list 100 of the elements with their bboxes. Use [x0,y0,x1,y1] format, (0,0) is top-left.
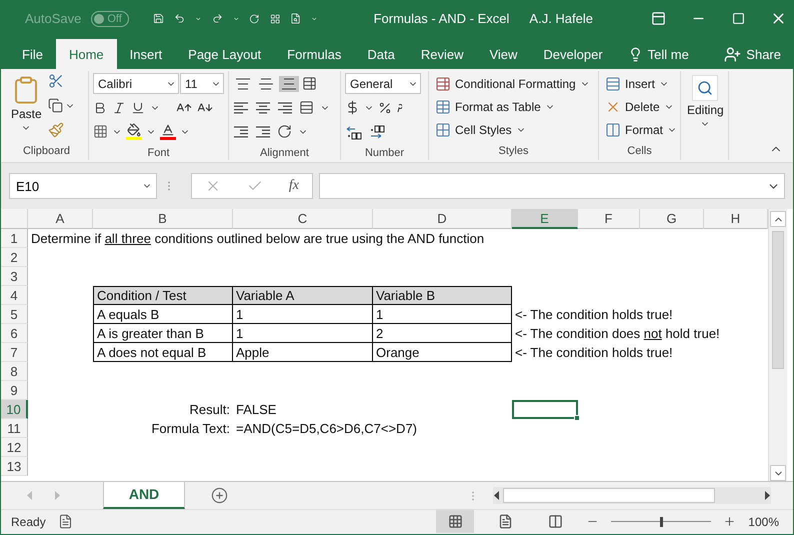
paste-button[interactable]: Paste [9,73,44,140]
view-button[interactable] [436,510,474,533]
cells-button[interactable]: Delete [603,96,680,117]
status-text: Ready [11,514,46,528]
number-format-field[interactable]: General [345,73,421,94]
row-header[interactable]: 1 [1,229,28,248]
row-header[interactable]: 7 [1,343,28,362]
decrease-decimal-icon[interactable] [369,124,387,140]
column-header[interactable]: G [640,209,704,229]
decrease-indent-icon[interactable] [233,124,249,138]
font-name-field[interactable]: Calibri [93,73,179,94]
row-header[interactable]: 9 [1,381,28,400]
insert-function-button[interactable]: fx [288,178,299,194]
fill-handle[interactable] [574,415,580,421]
ribbon-tab[interactable]: Data [354,39,408,69]
formula-text-label: Formula Text: [151,421,230,436]
column-header[interactable]: A [28,209,93,229]
scroll-left-icon[interactable] [493,491,501,500]
ribbon-tab[interactable]: Page Layout [175,39,274,69]
fill-color-icon[interactable] [126,123,142,140]
text-orientation-icon[interactable] [277,124,292,139]
row-header[interactable]: 5 [1,305,28,324]
font-color-icon[interactable] [160,123,176,140]
intro-text: Determine if all three conditions outlined below are true using the AND function [31,231,484,246]
cells-button[interactable]: Format [603,119,680,140]
zoom-slider-thumb[interactable] [660,516,664,526]
vertical-align-button[interactable] [256,76,276,92]
row-header[interactable]: 10 [1,400,28,419]
copy-icon[interactable] [48,98,63,113]
horizontal-scrollbar[interactable] [493,487,771,504]
comma-style-icon[interactable] [396,102,402,112]
ribbon-tab[interactable]: Insert [116,39,176,69]
row-header[interactable]: 2 [1,248,28,267]
tell-me-search[interactable]: Tell me [616,39,701,69]
italic-icon[interactable] [112,100,126,114]
ribbon-tab[interactable]: Review [408,39,476,69]
ribbon-tab[interactable]: Formulas [274,39,354,69]
table-cell: A does not equal B [93,343,233,362]
user-name[interactable]: A.J. Hafele [529,11,593,26]
row-header[interactable]: 8 [1,362,28,381]
styles-button[interactable]: Conditional Formatting [433,73,592,94]
vertical-align-button[interactable] [279,76,299,92]
underline-icon[interactable] [131,100,145,114]
row-header[interactable]: 4 [1,286,28,305]
table-header-cell: Variable B [373,286,512,305]
column-header[interactable]: H [704,209,768,229]
cells-button[interactable]: Insert [603,73,680,94]
format-painter-icon[interactable] [48,122,64,138]
group-label: Alignment [259,146,310,161]
font-size-field[interactable]: 11 [180,73,224,94]
editing-button[interactable]: Editing [685,73,726,158]
zoom-level[interactable]: 100% [748,514,793,528]
macro-record-icon[interactable] [58,514,73,529]
format-cells-icon [605,122,621,138]
column-header[interactable]: D [373,209,512,229]
styles-button[interactable]: Format as Table [433,96,592,117]
columns-icon [548,514,563,529]
result-label: Result: [190,402,230,417]
table-icon [435,98,451,114]
ribbon-tab[interactable]: Home [56,39,117,69]
column-header[interactable]: B [93,209,233,229]
align-right-icon[interactable] [277,100,293,114]
active-cell[interactable] [512,400,578,419]
row-header[interactable]: 13 [1,457,28,476]
share-button[interactable]: Share [712,39,793,69]
table-cell: Apple [233,343,373,362]
increase-indent-icon[interactable] [255,124,271,138]
new-sheet-icon[interactable] [211,487,228,504]
ribbon-tab[interactable]: Developer [530,39,616,69]
table-cell: 1 [233,324,373,343]
vertical-scrollbar[interactable] [768,209,787,481]
borders-icon[interactable] [93,124,108,139]
row-header[interactable]: 6 [1,324,28,343]
align-center-icon[interactable] [255,100,271,114]
zoom-slider[interactable] [611,516,712,528]
vertical-align-button[interactable] [233,76,253,92]
name-box[interactable]: E10 [9,173,157,199]
align-left-icon[interactable] [233,100,249,114]
zoom-in-icon[interactable] [723,515,736,528]
ribbon-tab[interactable]: View [476,39,530,69]
scissors-icon[interactable] [48,73,64,89]
increase-decimal-icon[interactable] [345,124,363,140]
row-header[interactable]: 12 [1,438,28,457]
column-header[interactable]: E [512,209,578,229]
result-value: FALSE [236,402,276,417]
formula-text-value: =AND(C5=D5,C6>D6,C7<>D7) [236,421,417,436]
row-header[interactable]: 11 [1,419,28,438]
scroll-right-icon[interactable] [763,491,771,500]
cell-style-icon [435,122,451,138]
conditional-format-icon [435,76,451,92]
column-header[interactable]: C [233,209,373,229]
styles-button[interactable]: Cell Styles [433,119,592,140]
search-icon [692,75,718,101]
percent-icon[interactable] [378,100,392,114]
column-header[interactable]: F [578,209,640,229]
ribbon-tab[interactable]: File [9,39,56,69]
formula-input[interactable] [319,173,785,199]
row-header[interactable]: 3 [1,267,28,286]
bold-icon[interactable] [93,100,107,114]
sheet-tab[interactable]: AND [103,482,185,508]
